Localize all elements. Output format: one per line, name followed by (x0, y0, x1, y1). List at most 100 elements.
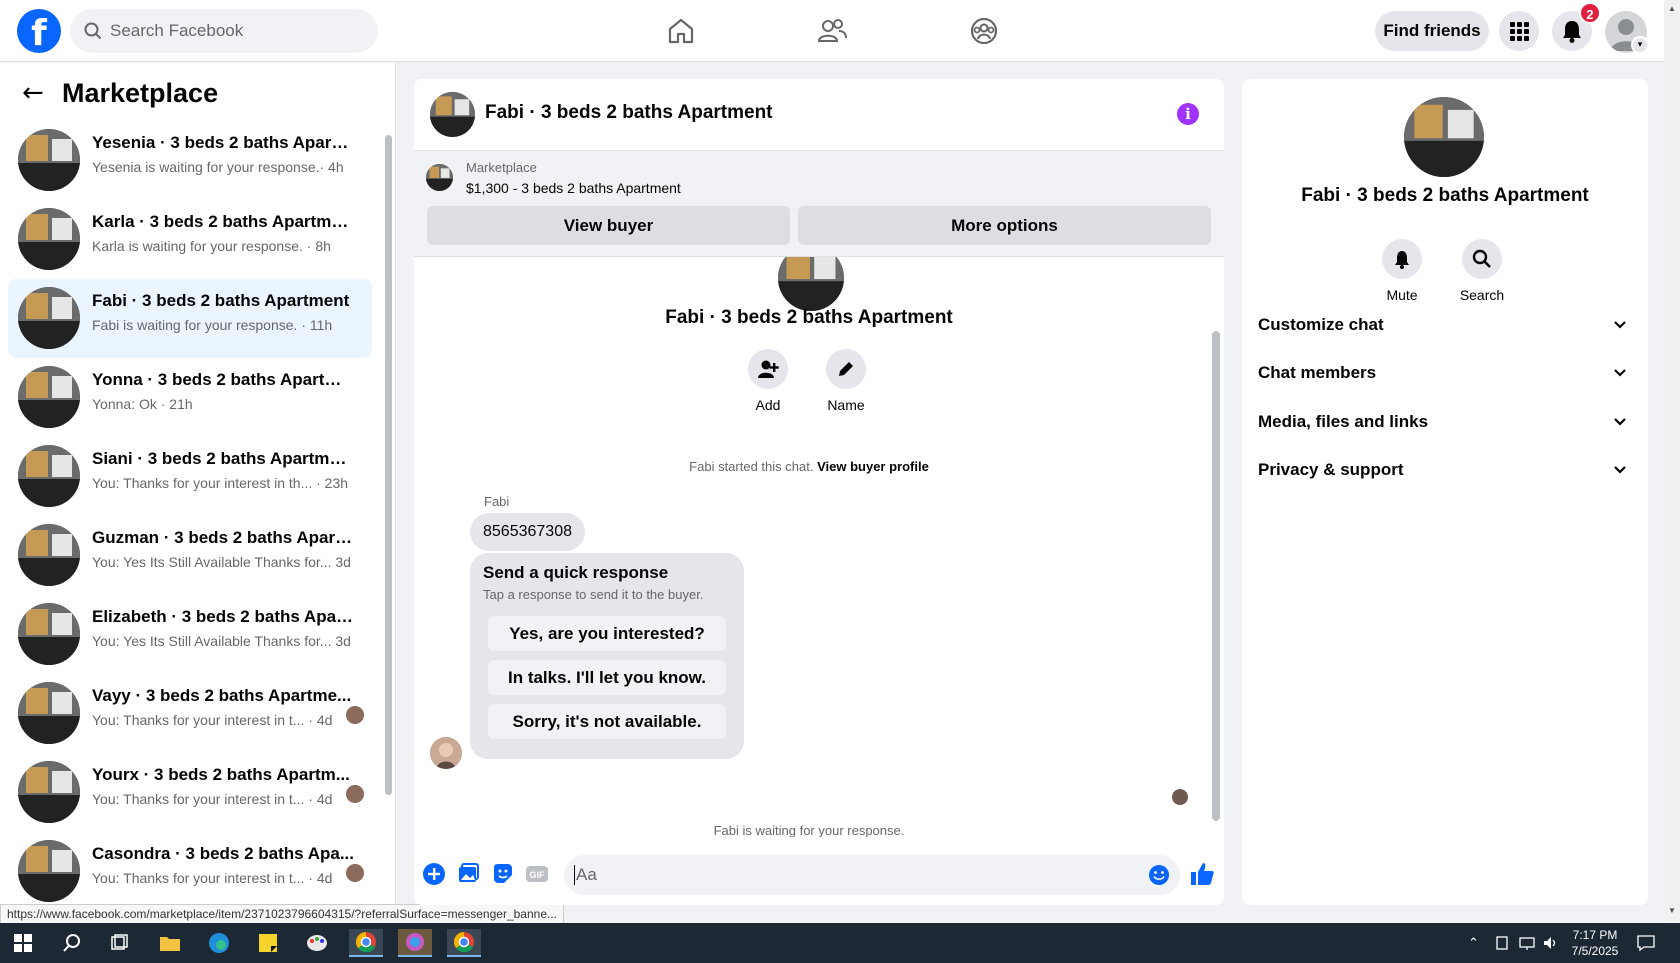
conversation-item[interactable]: Vayy · 3 beds 2 baths Apartme... You: Th… (8, 674, 372, 753)
task-view-button[interactable] (103, 929, 137, 957)
search-in-chat-button[interactable]: Search (1447, 239, 1517, 303)
plus-circle-icon[interactable] (422, 862, 446, 886)
conversation-item[interactable]: Guzman · 3 beds 2 baths Apart... You: Ye… (8, 516, 372, 595)
page-scrollbar[interactable]: ▲ ▼ (1664, 0, 1680, 923)
chat-members-section[interactable]: Chat members (1258, 353, 1632, 393)
add-label: Add (755, 397, 781, 413)
network-icon[interactable] (1518, 935, 1536, 951)
scrollbar-thumb[interactable] (1212, 331, 1220, 821)
conversation-item[interactable]: Yonna · 3 beds 2 baths Apartment Yonna: … (8, 358, 372, 437)
listing-thumbnail[interactable] (426, 164, 453, 191)
chat-title[interactable]: Fabi · 3 beds 2 baths Apartment (485, 102, 773, 124)
marketplace-sidebar: ← Marketplace Yesenia · 3 beds 2 baths A… (0, 63, 396, 909)
friends-icon[interactable] (817, 16, 847, 46)
scroll-down-arrow-icon[interactable]: ▼ (1668, 906, 1676, 915)
clock-date: 7/5/2025 (1571, 944, 1619, 958)
incoming-message-bubble[interactable]: 8565367308 (470, 513, 585, 551)
quick-response-option[interactable]: Sorry, it's not available. (488, 704, 726, 739)
find-friends-button[interactable]: Find friends (1375, 11, 1489, 51)
mute-button[interactable]: Mute (1367, 239, 1437, 303)
conversation-item[interactable]: Casondra · 3 beds 2 baths Apa... You: Th… (8, 832, 372, 909)
chrome-profile-button[interactable] (447, 929, 481, 957)
more-options-button[interactable]: More options (798, 206, 1211, 245)
system-clock[interactable]: 7:17 PM 7/5/2025 (1562, 927, 1628, 959)
listing-thumbnail (18, 445, 80, 507)
conversation-name: Guzman · 3 beds 2 baths Apart... (92, 528, 354, 547)
photo-icon[interactable] (456, 862, 480, 886)
m365-app-button[interactable] (398, 929, 432, 957)
listing-thumbnail (18, 129, 80, 191)
back-arrow-icon[interactable]: ← (22, 78, 62, 108)
conversation-item[interactable]: Karla · 3 beds 2 baths Apartment Karla i… (8, 200, 372, 279)
conversation-name: Elizabeth · 3 beds 2 baths Apart... (92, 607, 354, 626)
search-icon (1472, 249, 1491, 268)
device-icon[interactable] (1494, 935, 1510, 951)
emoji-icon[interactable] (1148, 864, 1170, 886)
gif-icon[interactable]: GIF (525, 862, 549, 886)
conversation-item[interactable]: Siani · 3 beds 2 baths Apartment You: Th… (8, 437, 372, 516)
chat-window: Fabi · 3 beds 2 baths Apartment i Market… (414, 79, 1224, 905)
listing-price-title[interactable]: $1,300 - 3 beds 2 baths Apartment (466, 180, 681, 196)
sender-avatar[interactable] (430, 737, 462, 769)
media-files-links-section[interactable]: Media, files and links (1258, 402, 1632, 442)
conversation-item[interactable]: Yesenia · 3 beds 2 baths Apartm... Yesen… (8, 121, 372, 200)
conversation-item[interactable]: Yourx · 3 beds 2 baths Apartm... You: Th… (8, 753, 372, 832)
view-buyer-profile-link[interactable]: View buyer profile (817, 459, 929, 474)
conversation-name: Siani · 3 beds 2 baths Apartment (92, 449, 354, 468)
conversation-name: Casondra · 3 beds 2 baths Apa... (92, 844, 354, 863)
view-buyer-button[interactable]: View buyer (427, 206, 790, 245)
conversation-preview: You: Yes Its Still Available Thanks for.… (92, 633, 351, 649)
windows-taskbar: ⌃ 7:17 PM 7/5/2025 (0, 923, 1680, 963)
facebook-logo[interactable]: f (17, 9, 61, 53)
privacy-support-section[interactable]: Privacy & support (1258, 450, 1632, 490)
grid-menu-icon (1510, 22, 1529, 41)
chat-header: Fabi · 3 beds 2 baths Apartment i (414, 79, 1224, 151)
scrollbar-thumb[interactable] (385, 135, 392, 795)
quick-response-option[interactable]: In talks. I'll let you know. (488, 660, 726, 695)
show-hidden-icons-icon[interactable]: ⌃ (1468, 935, 1479, 951)
search-facebook-input[interactable]: Search Facebook (70, 9, 378, 53)
sticker-icon[interactable] (491, 862, 515, 886)
chrome-icon (454, 932, 474, 953)
groups-icon[interactable] (969, 16, 999, 46)
volume-icon[interactable] (1542, 935, 1560, 951)
chevron-down-icon[interactable]: ▾ (1631, 36, 1649, 54)
conversation-name: Yourx · 3 beds 2 baths Apartm... (92, 765, 350, 784)
scroll-up-arrow-icon[interactable]: ▲ (1668, 4, 1676, 13)
edge-browser-button[interactable] (202, 929, 236, 957)
paint-app-button[interactable] (300, 929, 334, 957)
sticky-notes-button[interactable] (251, 929, 285, 957)
m365-icon (406, 933, 424, 951)
start-button[interactable] (6, 929, 40, 957)
chevron-down-icon (1614, 466, 1626, 474)
home-icon[interactable] (666, 16, 696, 46)
menu-button[interactable] (1499, 11, 1539, 51)
chat-thumbnail[interactable] (430, 92, 475, 137)
chat-scrollbar[interactable] (1209, 257, 1221, 839)
thumbs-up-icon[interactable] (1188, 860, 1216, 888)
conversation-preview: You: Thanks for your interest in t... · … (92, 712, 333, 728)
message-composer: GIF Aa (414, 847, 1224, 905)
customize-chat-section[interactable]: Customize chat (1258, 305, 1632, 345)
notifications-center-icon[interactable] (1636, 934, 1656, 952)
quick-response-option[interactable]: Yes, are you interested? (488, 616, 726, 651)
chrome-button[interactable] (349, 929, 383, 957)
conversation-item[interactable]: Elizabeth · 3 beds 2 baths Apart... You:… (8, 595, 372, 674)
message-input[interactable]: Aa (564, 855, 1180, 895)
add-person-icon (758, 360, 779, 378)
conversation-preview: Karla is waiting for your response. · 8h (92, 238, 331, 254)
chat-details-panel: Fabi · 3 beds 2 baths Apartment Mute Sea… (1242, 79, 1648, 905)
marketplace-label: Marketplace (466, 160, 537, 175)
conversation-item-active[interactable]: Fabi · 3 beds 2 baths Apartment Fabi is … (8, 279, 372, 358)
file-explorer-button[interactable] (153, 929, 187, 957)
taskbar-search-button[interactable] (55, 929, 89, 957)
sidebar-scrollbar[interactable] (383, 123, 393, 909)
top-navigation-bar: f Search Facebook Find friends 2 ▾ (0, 0, 1664, 62)
conversation-preview: You: Yes Its Still Available Thanks for.… (92, 554, 351, 570)
search-icon (84, 22, 102, 40)
edit-name-button[interactable]: Name (816, 349, 876, 413)
add-people-button[interactable]: Add (738, 349, 798, 413)
info-icon[interactable]: i (1177, 103, 1199, 125)
pencil-icon (839, 362, 853, 376)
folder-icon (160, 937, 180, 951)
